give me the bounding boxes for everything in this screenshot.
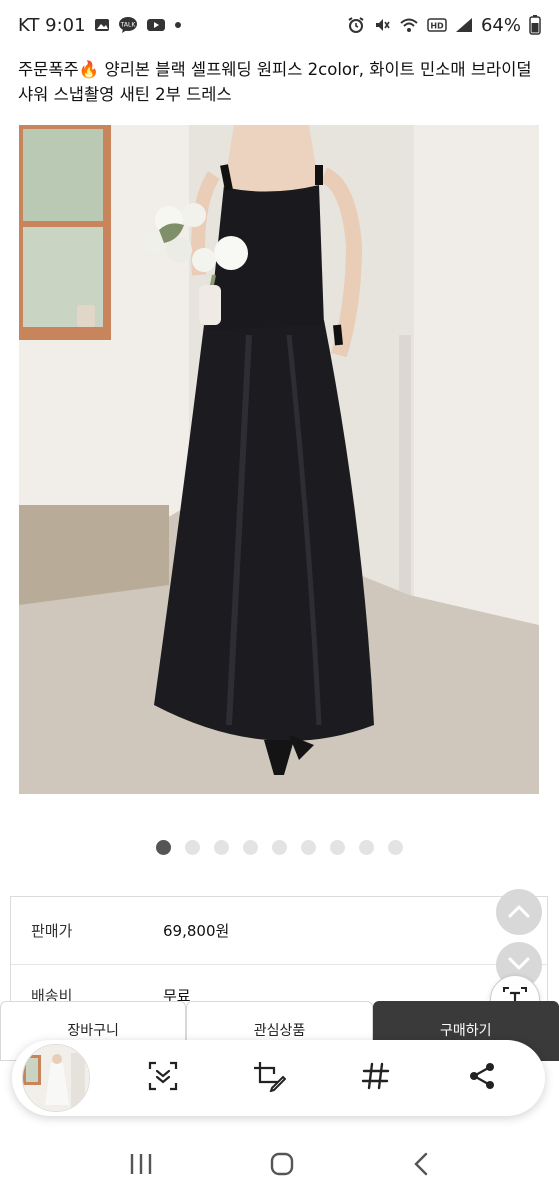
svg-text:HD: HD (430, 22, 444, 31)
hashtag-icon (361, 1061, 391, 1095)
status-bar: KT 9:01 TALK HD 64% (0, 0, 559, 50)
hashtag-button[interactable] (346, 1048, 406, 1108)
carousel-dot[interactable] (214, 840, 229, 855)
signal-icon (455, 17, 473, 33)
carrier-time: KT 9:01 (18, 14, 86, 36)
price-row: 판매가 69,800원 (11, 897, 547, 965)
battery-icon (529, 15, 541, 35)
talk-icon: TALK (118, 16, 138, 34)
carousel-dots (0, 840, 559, 855)
product-title: 주문폭주🔥 양리본 블랙 셀프웨딩 원피스 2color, 화이트 민소매 브라… (18, 60, 532, 104)
dot-icon (174, 21, 182, 29)
share-button[interactable] (452, 1048, 512, 1108)
share-icon (467, 1061, 497, 1095)
carousel-dot[interactable] (185, 840, 200, 855)
recent-apps-icon[interactable] (128, 1152, 154, 1180)
shipping-row: 배송비 무료 (11, 965, 547, 1006)
product-info-table: 판매가 69,800원 배송비 무료 (10, 896, 548, 1006)
scroll-capture-icon (147, 1060, 179, 1096)
crop-edit-icon (252, 1060, 287, 1096)
hd-icon: HD (427, 17, 447, 33)
price-label: 판매가 (31, 922, 73, 940)
youtube-icon (146, 17, 166, 33)
scroll-top-button[interactable] (496, 889, 542, 935)
home-icon[interactable] (269, 1151, 295, 1181)
carousel-dot[interactable] (301, 840, 316, 855)
carousel-dot[interactable] (156, 840, 171, 855)
gallery-icon (94, 17, 110, 33)
crop-edit-button[interactable] (239, 1048, 299, 1108)
screenshot-thumbnail[interactable] (22, 1044, 90, 1112)
back-icon[interactable] (411, 1151, 431, 1181)
chevron-down-icon (508, 956, 530, 975)
battery-percent: 64% (480, 14, 521, 36)
product-image[interactable] (19, 125, 539, 794)
carousel-dot[interactable] (330, 840, 345, 855)
chevron-up-icon (508, 903, 530, 922)
wifi-icon (399, 16, 419, 34)
alarm-icon (347, 16, 365, 34)
system-nav-bar (0, 1138, 559, 1194)
carousel-dot[interactable] (359, 840, 374, 855)
carousel-dot[interactable] (388, 840, 403, 855)
svg-text:TALK: TALK (119, 22, 136, 29)
price-value: 69,800원 (163, 922, 230, 940)
carousel-dot[interactable] (272, 840, 287, 855)
carousel-dot[interactable] (243, 840, 258, 855)
capture-toolbar (12, 1040, 545, 1116)
scroll-capture-button[interactable] (133, 1048, 193, 1108)
mute-icon (373, 16, 391, 34)
